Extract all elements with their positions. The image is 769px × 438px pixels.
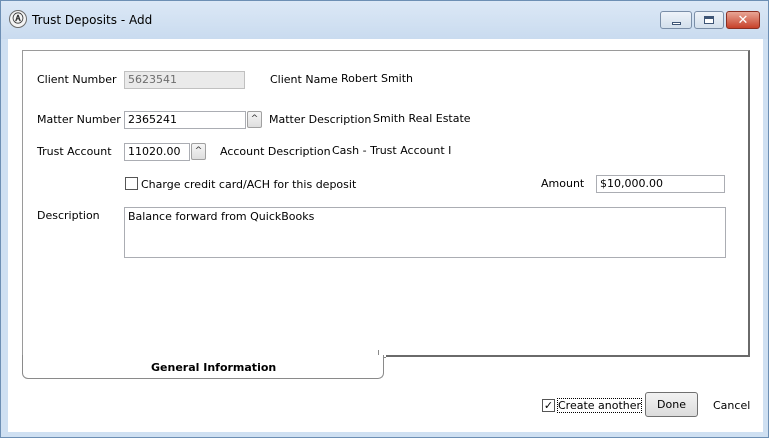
trust-account-label: Trust Account [37, 145, 112, 158]
amount-label: Amount [541, 177, 585, 190]
window-title: Trust Deposits - Add [32, 13, 153, 27]
chevron-up-icon: ^ [250, 114, 259, 124]
client-name-value: Robert Smith [341, 72, 413, 85]
create-another-checkbox[interactable]: ✓ [542, 399, 555, 412]
client-name-label: Client Name [270, 73, 338, 86]
cancel-button[interactable]: Cancel [713, 399, 750, 412]
trust-deposits-window: Ⓐ Trust Deposits - Add ✕ Client Number 5… [0, 0, 769, 438]
general-information-panel: Client Number 5623541 Client Name Robert… [22, 50, 750, 357]
matter-description-label: Matter Description [269, 113, 372, 126]
account-description-value: Cash - Trust Account I [332, 144, 452, 157]
dialog-body: Client Number 5623541 Client Name Robert… [8, 39, 763, 432]
done-button[interactable]: Done [645, 392, 698, 417]
matter-number-input[interactable]: 2365241 [124, 111, 246, 129]
amount-input[interactable]: $10,000.00 [596, 175, 725, 193]
chevron-up-icon: ^ [194, 146, 203, 156]
tab-general-information[interactable]: General Information [22, 355, 384, 379]
tab-general-information-label: General Information [151, 361, 277, 374]
maximize-button[interactable] [694, 11, 724, 29]
trust-account-input[interactable]: 11020.00 [124, 143, 190, 161]
description-textarea[interactable]: Balance forward from QuickBooks [124, 207, 726, 258]
matter-number-label: Matter Number [37, 113, 121, 126]
client-number-label: Client Number [37, 73, 117, 86]
check-icon: ✓ [543, 399, 554, 412]
title-bar[interactable]: Ⓐ Trust Deposits - Add ✕ [1, 1, 768, 39]
charge-card-checkbox[interactable] [125, 177, 138, 190]
maximize-icon [704, 16, 714, 24]
account-description-label: Account Description [220, 145, 331, 158]
matter-lookup-button[interactable]: ^ [247, 111, 262, 128]
description-label: Description [37, 209, 100, 222]
minimize-icon [671, 21, 681, 25]
trust-account-lookup-button[interactable]: ^ [191, 143, 206, 160]
matter-description-value: Smith Real Estate [373, 112, 471, 125]
create-another-label[interactable]: Create another [556, 398, 643, 413]
close-button[interactable]: ✕ [726, 11, 760, 29]
close-icon: ✕ [737, 12, 749, 28]
client-number-field: 5623541 [124, 71, 245, 89]
app-logo-icon: Ⓐ [9, 10, 27, 28]
minimize-button[interactable] [660, 11, 692, 29]
charge-card-label[interactable]: Charge credit card/ACH for this deposit [141, 178, 356, 191]
